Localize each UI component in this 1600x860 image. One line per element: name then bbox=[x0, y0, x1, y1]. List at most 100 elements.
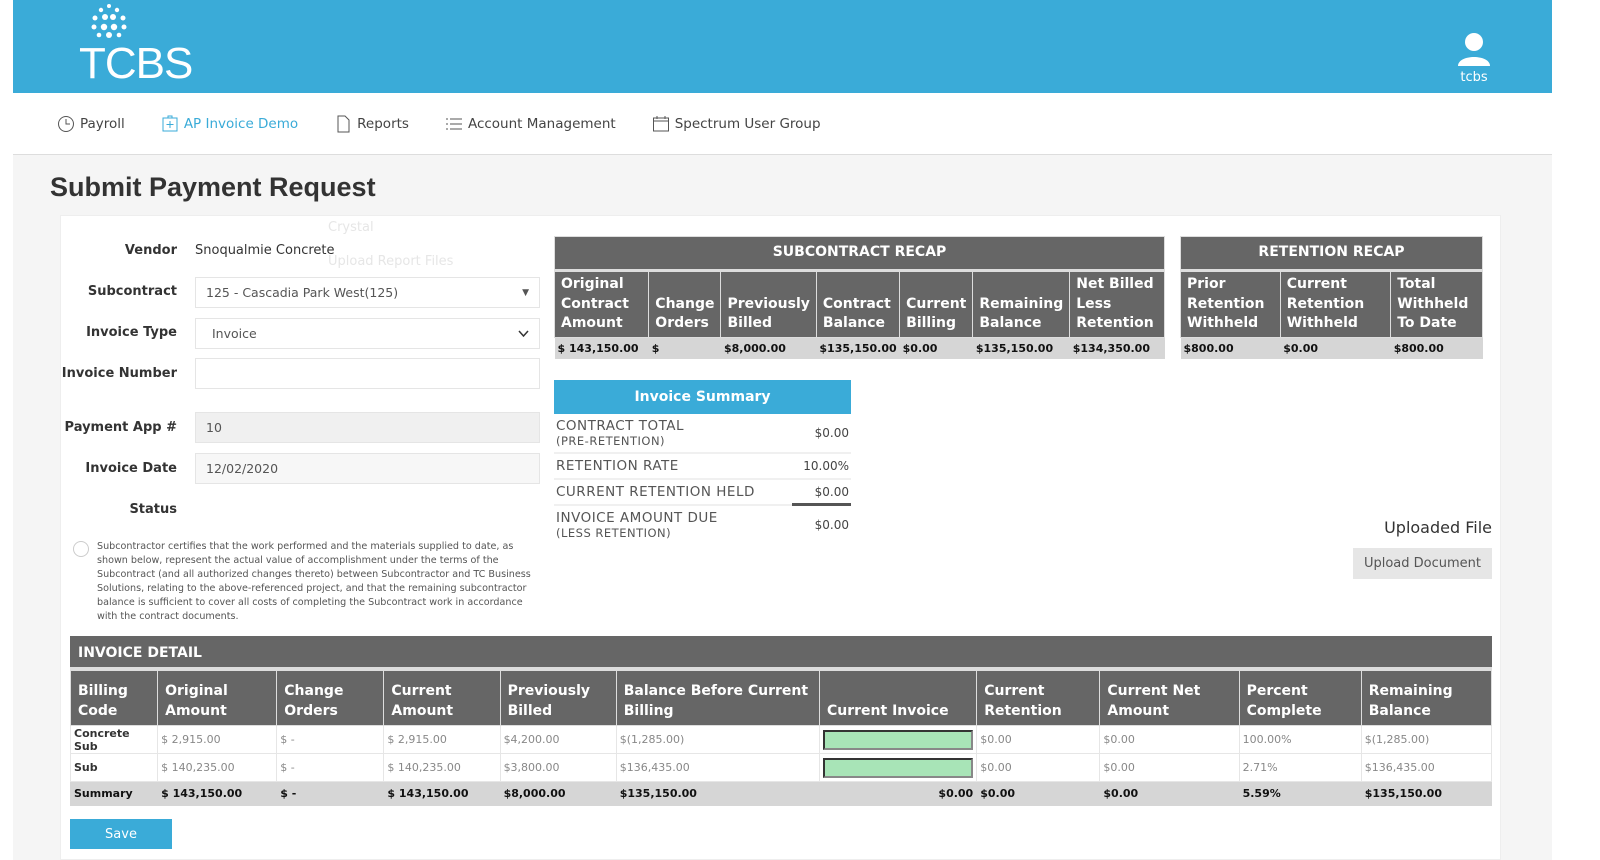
table-cell: $4,200.00 bbox=[499, 725, 617, 754]
subcontract-recap-table: SUBCONTRACT RECAP Original Contract Amou… bbox=[553, 236, 1165, 359]
contract-total-value: $0.00 bbox=[814, 426, 849, 440]
calendar-icon bbox=[652, 115, 669, 131]
summary-cell: $0.00 bbox=[1099, 781, 1240, 806]
nav-spectrum-user-group[interactable]: Spectrum User Group bbox=[652, 115, 821, 133]
page-title: Submit Payment Request bbox=[50, 172, 376, 202]
subcontract-label: Subcontract bbox=[87, 284, 177, 299]
summary-cell: $135,150.00 bbox=[615, 781, 821, 806]
caret-down-icon: ▼ bbox=[522, 287, 529, 298]
column-header: Prior Retention Withheld bbox=[1180, 270, 1281, 338]
save-button[interactable]: Save bbox=[70, 819, 172, 849]
table-cell: $0.00 bbox=[976, 725, 1101, 754]
app-frame: TCBS tcbs Payroll AP Invoice Demo Report… bbox=[13, 0, 1552, 860]
certification: Subcontractor certifies that the work pe… bbox=[73, 540, 543, 624]
payment-app-value: 10 bbox=[206, 420, 222, 435]
subcontract-recap-title: SUBCONTRACT RECAP bbox=[554, 236, 1165, 272]
recap-value: $8,000.00 bbox=[720, 337, 817, 359]
status-label: Status bbox=[129, 502, 177, 517]
certification-text: Subcontractor certifies that the work pe… bbox=[97, 541, 531, 622]
column-header: Change Orders bbox=[648, 270, 722, 338]
retention-recap-title: RETENTION RECAP bbox=[1180, 236, 1483, 272]
nav-payroll[interactable]: Payroll bbox=[57, 115, 125, 133]
table-cell: $ 140,235.00 bbox=[157, 753, 278, 782]
invoice-detail-title: INVOICE DETAIL bbox=[70, 636, 1492, 670]
subcontract-select[interactable]: 125 - Cascadia Park West(125) ▼ bbox=[195, 277, 540, 308]
recap-value: $135,150.00 bbox=[816, 337, 900, 359]
invoice-summary: Invoice Summary CONTRACT TOTAL (PRE-RETEN… bbox=[554, 380, 851, 544]
invoice-detail: INVOICE DETAIL Billing Code Original Amou… bbox=[69, 636, 1493, 806]
invoice-type-label: Invoice Type bbox=[86, 325, 177, 340]
invoice-date-value: 12/02/2020 bbox=[206, 461, 279, 476]
total-divider bbox=[792, 503, 851, 506]
retention-rate-row: RETENTION RATE 10.00% bbox=[554, 454, 851, 480]
table-cell: 2.71% bbox=[1238, 753, 1362, 782]
invoice-type-select[interactable]: Invoice bbox=[195, 318, 540, 349]
contract-total-sublabel: (PRE-RETENTION) bbox=[556, 434, 666, 448]
summary-cell: 5.59% bbox=[1238, 781, 1362, 806]
current-retention-value: $0.00 bbox=[814, 485, 849, 499]
column-header: Net Billed Less Retention bbox=[1069, 270, 1165, 338]
user-icon bbox=[1458, 33, 1490, 66]
document-icon bbox=[337, 115, 350, 132]
column-header: Current Net Amount bbox=[1099, 670, 1240, 726]
invoice-detail-table: Billing Code Original Amount Change Orders… bbox=[69, 670, 1493, 806]
payment-request-card: Vendor Snoqualmie Concrete Subcontract 1… bbox=[60, 215, 1501, 860]
payment-app-input[interactable]: 10 bbox=[195, 412, 540, 443]
vendor-row: Vendor Snoqualmie Concrete bbox=[61, 241, 335, 260]
table-cell: $ - bbox=[276, 753, 385, 782]
invoice-type-value: Invoice bbox=[212, 326, 257, 341]
column-header: Current Amount bbox=[383, 670, 501, 726]
table-cell: $0.00 bbox=[976, 753, 1101, 782]
user-menu[interactable]: tcbs bbox=[1456, 32, 1492, 85]
column-header: Contract Balance bbox=[815, 270, 901, 338]
nav-reports[interactable]: Reports bbox=[334, 115, 409, 133]
current-retention-label: CURRENT RETENTION HELD bbox=[556, 484, 755, 500]
certify-radio[interactable] bbox=[73, 541, 89, 557]
upload-document-button[interactable]: Upload Document bbox=[1353, 548, 1492, 579]
table-cell: Concrete Sub bbox=[69, 725, 159, 754]
invoice-number-label: Invoice Number bbox=[61, 366, 177, 381]
invoice-number-input[interactable] bbox=[195, 358, 540, 389]
nav-label: Account Management bbox=[467, 115, 616, 132]
table-row: Sub $ 140,235.00 $ - $ 140,235.00 $3,800.00 $… bbox=[69, 753, 1493, 782]
table-cell: Sub bbox=[69, 753, 159, 782]
table-cell: 100.00% bbox=[1238, 725, 1362, 754]
table-cell: $(1,285.00) bbox=[1360, 725, 1493, 754]
current-invoice-input[interactable] bbox=[823, 757, 973, 778]
summary-cell: $ - bbox=[276, 781, 385, 806]
ghost-menu-crystal: Crystal bbox=[328, 220, 374, 235]
nav-ap-invoice-demo[interactable]: AP Invoice Demo bbox=[161, 115, 298, 133]
column-header: Current Retention Withheld bbox=[1279, 270, 1392, 338]
column-header: Original Contract Amount bbox=[553, 270, 650, 338]
summary-cell: $0.00 bbox=[818, 781, 978, 806]
tcbs-logo[interactable]: TCBS bbox=[79, 2, 193, 86]
recap-value: $0.00 bbox=[1280, 337, 1391, 359]
table-cell: $ 2,915.00 bbox=[157, 725, 278, 754]
column-header: Remaining Balance bbox=[1360, 670, 1493, 726]
column-header: Current Retention bbox=[976, 670, 1101, 726]
column-header: Previously Billed bbox=[720, 270, 817, 338]
current-invoice-cell bbox=[818, 753, 978, 782]
retention-recap-table: RETENTION RECAP Prior Retention Withheld… bbox=[1180, 236, 1483, 359]
summary-cell: $ 143,150.00 bbox=[383, 781, 501, 806]
vendor-value: Snoqualmie Concrete bbox=[195, 243, 335, 258]
column-header: Change Orders bbox=[276, 670, 385, 726]
column-header: Original Amount bbox=[157, 670, 278, 726]
invoice-date-input[interactable]: 12/02/2020 bbox=[195, 453, 540, 484]
invoice-summary-title: Invoice Summary bbox=[554, 380, 851, 414]
current-invoice-input[interactable] bbox=[823, 729, 973, 750]
amount-due-label: INVOICE AMOUNT DUE bbox=[556, 510, 718, 526]
table-cell: $136,435.00 bbox=[1360, 753, 1493, 782]
retention-rate-label: RETENTION RATE bbox=[556, 458, 679, 474]
current-invoice-cell bbox=[818, 725, 978, 754]
nav-account-management[interactable]: Account Management bbox=[445, 115, 616, 133]
list-icon bbox=[445, 118, 462, 129]
table-row: Concrete Sub $ 2,915.00 $ - $ 2,915.00 $4,20… bbox=[69, 725, 1493, 754]
table-cell: $ 140,235.00 bbox=[383, 753, 501, 782]
current-retention-row: CURRENT RETENTION HELD $0.00 bbox=[554, 480, 851, 506]
invoice-add-icon bbox=[162, 115, 178, 131]
payment-app-label: Payment App # bbox=[64, 420, 177, 435]
table-cell: $(1,285.00) bbox=[615, 725, 821, 754]
nav-label: Spectrum User Group bbox=[674, 115, 821, 132]
column-header: Current Invoice bbox=[818, 670, 978, 726]
